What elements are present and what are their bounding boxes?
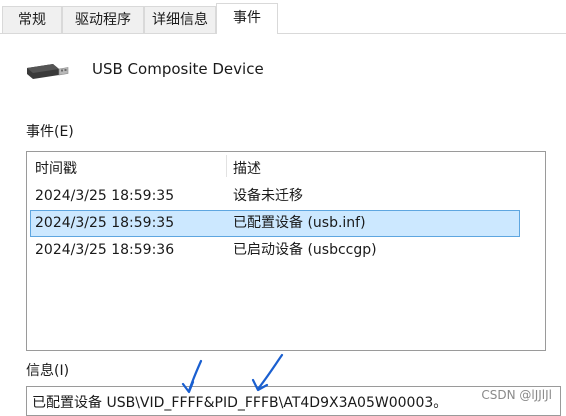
info-text: 已配置设备 USB\VID_FFFF&PID_FFFB\AT4D9X3A05W0…: [32, 395, 448, 411]
column-header-timestamp[interactable]: 时间戳: [35, 159, 77, 179]
device-name: USB Composite Device: [92, 60, 264, 78]
column-separator[interactable]: [226, 155, 227, 177]
tab-general[interactable]: 常规: [2, 6, 62, 33]
events-label: 事件(E): [26, 124, 74, 140]
event-description: 已启动设备 (usbccgp): [233, 242, 377, 258]
usb-device-icon: [27, 64, 69, 79]
column-header-description[interactable]: 描述: [233, 159, 261, 179]
watermark: CSDN @lJJlJl: [479, 387, 554, 403]
tab-driver[interactable]: 驱动程序: [62, 6, 144, 33]
tab-details[interactable]: 详细信息: [144, 6, 216, 33]
tab-bar: 常规 驱动程序 详细信息 事件: [0, 0, 566, 34]
events-list[interactable]: 时间戳 描述 2024/3/25 18:59:35 设备未迁移 2024/3/2…: [26, 151, 546, 351]
event-row[interactable]: 2024/3/25 18:59:36 已启动设备 (usbccgp): [30, 237, 520, 264]
event-description: 已配置设备 (usb.inf): [233, 215, 366, 231]
event-row[interactable]: 2024/3/25 18:59:35 设备未迁移: [30, 183, 520, 210]
info-label: 信息(I): [26, 363, 70, 379]
tab-events[interactable]: 事件: [216, 3, 278, 34]
annotation-arrow-icon: [181, 359, 203, 394]
annotation-arrow-icon: [251, 353, 284, 392]
event-timestamp: 2024/3/25 18:59:35: [35, 215, 175, 231]
tab-bar-divider: [0, 33, 566, 34]
event-description: 设备未迁移: [233, 188, 303, 204]
event-row-selected[interactable]: 2024/3/25 18:59:35 已配置设备 (usb.inf): [30, 210, 520, 237]
event-timestamp: 2024/3/25 18:59:35: [35, 188, 175, 204]
event-timestamp: 2024/3/25 18:59:36: [35, 242, 175, 258]
